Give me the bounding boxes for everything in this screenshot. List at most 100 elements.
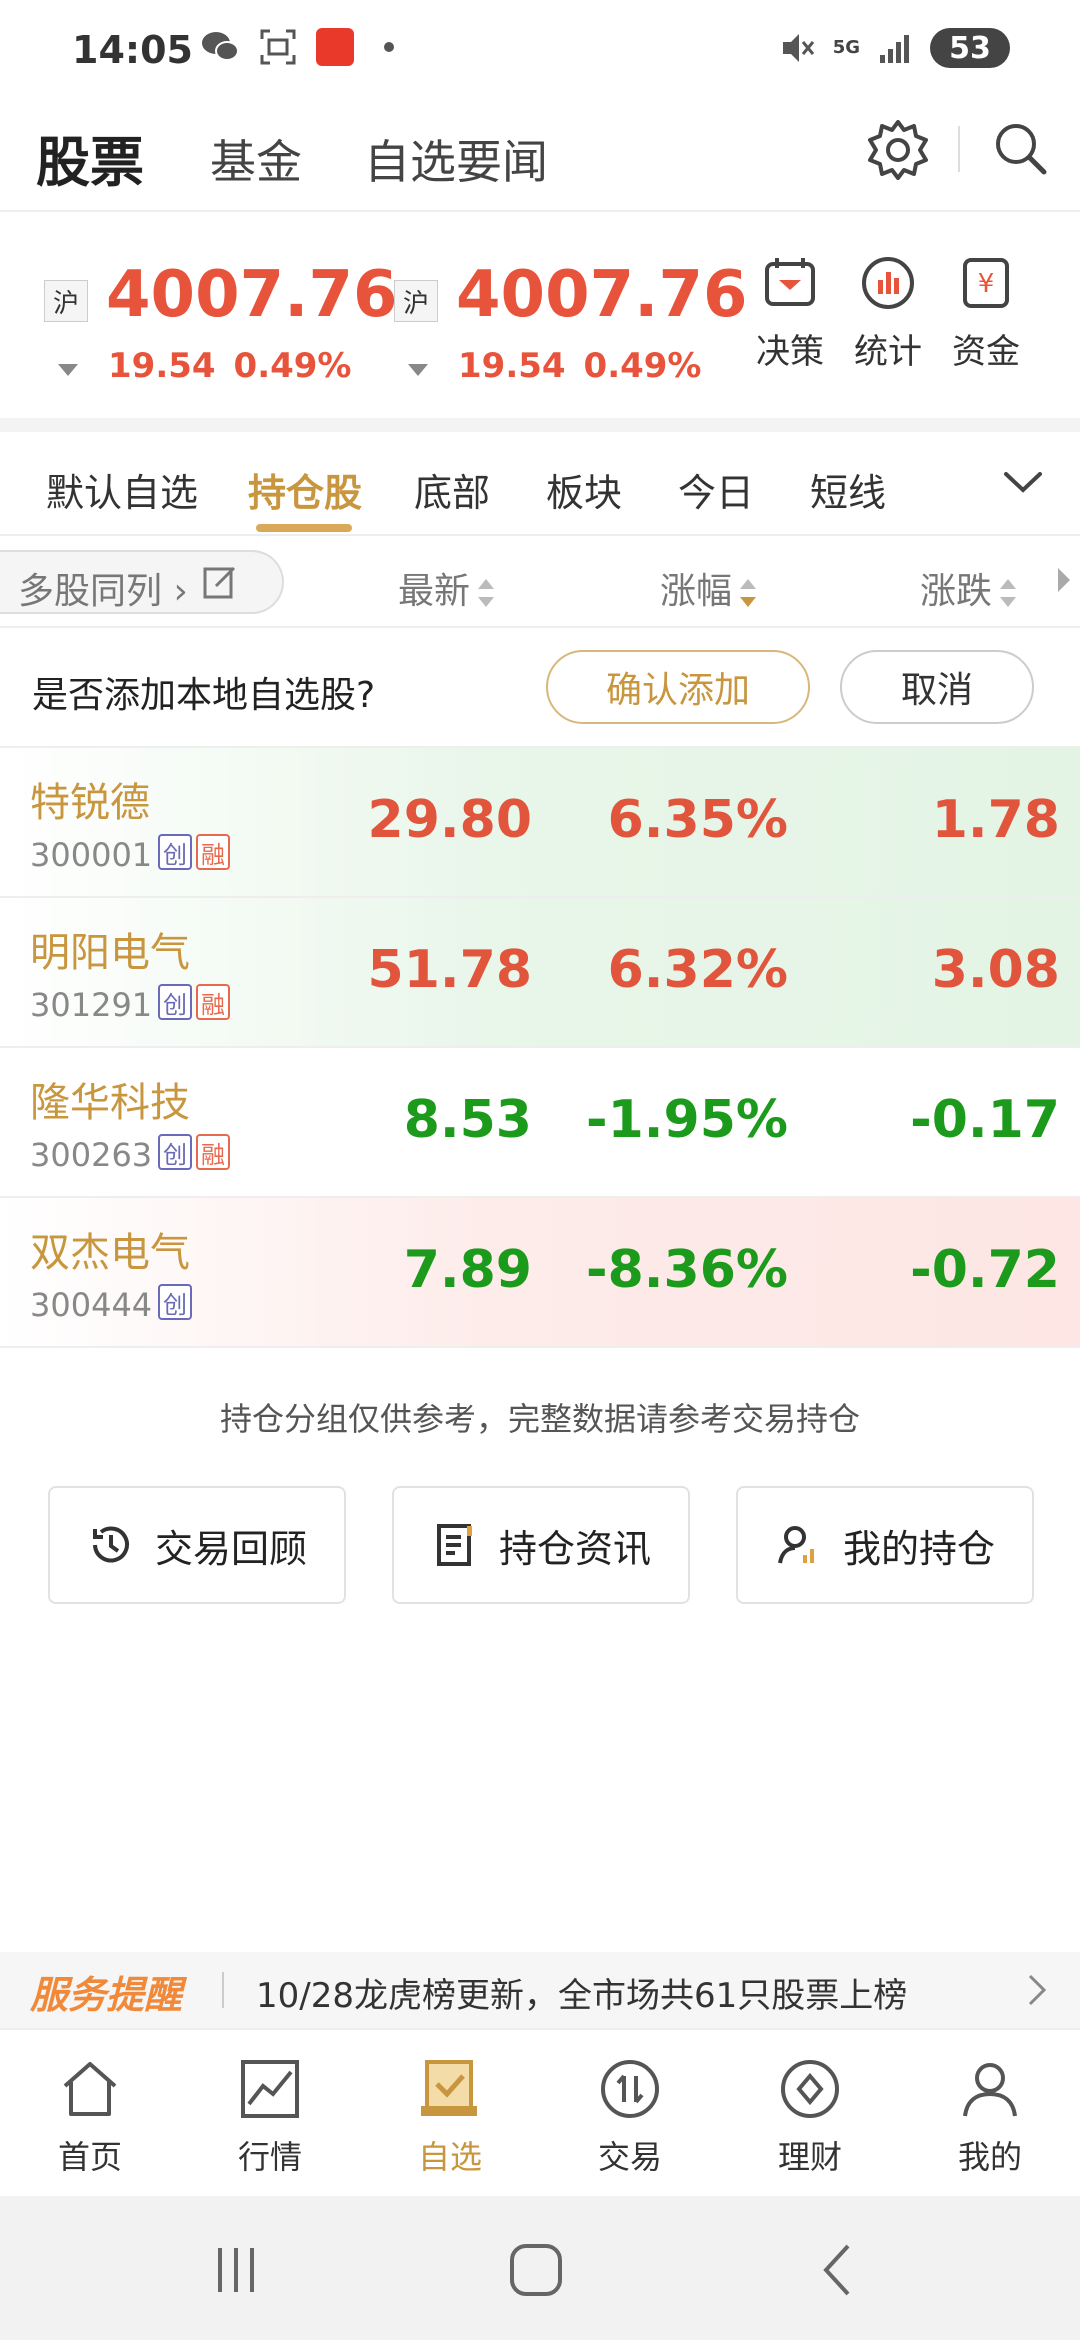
decision-icon (765, 258, 815, 306)
app-notification-icon (316, 28, 354, 66)
group-tab-default[interactable]: 默认自选 (46, 462, 198, 517)
system-navigation-bar (0, 2196, 1080, 2340)
stock-list: 特锐德 300001 创 融 29.80 6.35% 1.78 明阳电气 301… (0, 748, 1080, 1348)
group-tab-today[interactable]: 今日 (678, 462, 754, 517)
action-label: 交易回顾 (154, 1526, 307, 1571)
back-icon[interactable] (808, 2240, 868, 2300)
group-tab-holdings[interactable]: 持仓股 (248, 462, 362, 517)
search-icon[interactable] (990, 118, 1050, 178)
stock-pct: 6.32% (607, 940, 788, 1000)
my-holdings-button[interactable]: 我的持仓 (736, 1486, 1034, 1604)
trade-icon (601, 2060, 659, 2118)
stock-tags: 创 融 (158, 1134, 230, 1170)
stock-tags: 创 融 (158, 984, 230, 1020)
stock-tags: 创 融 (158, 834, 230, 870)
stock-row[interactable]: 特锐德 300001 创 融 29.80 6.35% 1.78 (0, 748, 1080, 898)
nav-watchlist[interactable]: 自选 (390, 2056, 510, 2178)
cancel-button[interactable]: 取消 (840, 650, 1034, 724)
user-chart-icon (778, 1526, 814, 1564)
top-header: 股票 基金 自选要闻 (0, 100, 1080, 212)
index-change-pct: 0.49% (583, 346, 702, 386)
market-badge: 沪 (44, 280, 88, 322)
sort-icon (478, 577, 495, 609)
tag-chinext: 创 (158, 834, 192, 870)
battery-indicator: 53 (930, 28, 1010, 68)
holdings-disclaimer: 持仓分组仅供参考，完整数据请参考交易持仓 (219, 1400, 860, 1438)
bottom-navigation: 首页 行情 自选 交易 理财 我的 (0, 2028, 1080, 2196)
multi-stock-button[interactable]: 多股同列 › (0, 550, 284, 614)
stock-row[interactable]: 双杰电气 300444 创 7.89 -8.36% -0.72 (0, 1198, 1080, 1348)
sort-desc-icon (740, 577, 757, 609)
status-bar: 14:05 5G 53 (0, 0, 1080, 100)
svg-text:¥: ¥ (978, 269, 995, 299)
tab-stocks[interactable]: 股票 (36, 118, 144, 197)
service-title: 服务提醒 (30, 1973, 183, 2017)
home-button-icon[interactable] (506, 2240, 566, 2300)
status-right: 5G 53 (779, 28, 1010, 68)
tool-funds[interactable]: ¥ 资金 (946, 254, 1026, 373)
chevron-down-icon[interactable] (1000, 460, 1046, 506)
multi-stock-label: 多股同列 › (18, 571, 188, 612)
watchlist-group-tabs: 默认自选 持仓股 底部 板块 今日 短线 (0, 432, 1080, 536)
market-icon (241, 2060, 299, 2118)
history-icon (92, 1526, 129, 1563)
stock-code: 300001 (30, 836, 153, 874)
stock-code: 301291 (30, 986, 153, 1024)
service-divider (222, 1972, 224, 2008)
stats-icon (862, 257, 914, 309)
index-change-points: 19.54 (458, 346, 566, 386)
stock-row[interactable]: 隆华科技 300263 创 融 8.53 -1.95% -0.17 (0, 1048, 1080, 1198)
stock-name: 隆华科技 (30, 1080, 190, 1126)
tool-label: 决策 (756, 332, 824, 372)
tool-decision[interactable]: 决策 (750, 254, 830, 373)
market-index-strip: 沪 4007.76 19.54 0.49% 沪 4007.76 19.54 0.49… (0, 214, 1080, 418)
service-reminder-banner[interactable]: 服务提醒 10/28龙虎榜更新，全市场共61只股票上榜 (0, 1952, 1080, 2028)
tag-chinext: 创 (158, 1134, 192, 1170)
nav-trade[interactable]: 交易 (570, 2056, 690, 2178)
index-change: 19.54 0.49% (458, 346, 720, 386)
nav-home[interactable]: 首页 (30, 2056, 150, 2178)
confirm-add-button[interactable]: 确认添加 (546, 650, 810, 724)
home-icon (63, 2062, 117, 2116)
watchlist-icon (421, 2060, 477, 2116)
column-change[interactable]: 涨跌 (920, 562, 1017, 614)
wealth-icon (781, 2060, 839, 2118)
stock-pct: -8.36% (586, 1240, 788, 1300)
group-tab-short[interactable]: 短线 (810, 462, 886, 517)
action-label: 持仓资讯 (498, 1526, 651, 1571)
stock-price: 8.53 (403, 1090, 532, 1150)
nav-profile[interactable]: 我的 (930, 2056, 1050, 2178)
scroll-right-arrow-icon[interactable] (1058, 568, 1070, 592)
add-local-prompt: 是否添加本地自选股? 确认添加 取消 (0, 628, 1080, 748)
funds-icon: ¥ (963, 258, 1009, 308)
group-tab-sector[interactable]: 板块 (546, 462, 622, 517)
wechat-icon (202, 32, 239, 61)
settings-gear-icon[interactable] (866, 118, 930, 182)
nav-market[interactable]: 行情 (210, 2056, 330, 2178)
market-badge: 沪 (394, 280, 438, 322)
tab-funds[interactable]: 基金 (210, 126, 302, 192)
stock-row[interactable]: 明阳电气 301291 创 融 51.78 6.32% 3.08 (0, 898, 1080, 1048)
prompt-text: 是否添加本地自选股? (32, 675, 376, 716)
group-tab-bottom[interactable]: 底部 (414, 462, 490, 517)
profile-icon (963, 2063, 1017, 2117)
edit-icon[interactable] (202, 564, 238, 600)
stock-pct: 6.35% (607, 790, 788, 850)
stock-name: 双杰电气 (30, 1230, 190, 1276)
holding-news-button[interactable]: 持仓资讯 (392, 1486, 690, 1604)
down-arrow-icon (408, 364, 428, 376)
tag-chinext: 创 (158, 1284, 192, 1320)
trade-review-button[interactable]: 交易回顾 (48, 1486, 346, 1604)
section-gap (0, 418, 1080, 432)
column-header: 多股同列 › 最新 涨幅 涨跌 (0, 538, 1080, 628)
column-latest[interactable]: 最新 (398, 562, 495, 614)
nav-wealth[interactable]: 理财 (750, 2056, 870, 2178)
tool-stats[interactable]: 统计 (848, 254, 928, 373)
tab-watchlist-news[interactable]: 自选要闻 (364, 126, 548, 192)
nav-label: 理财 (777, 2138, 842, 2176)
holding-actions: 交易回顾 持仓资讯 我的持仓 (0, 1486, 1080, 1606)
action-label: 我的持仓 (842, 1526, 995, 1571)
recent-apps-icon[interactable] (206, 2240, 266, 2300)
index-change-pct: 0.49% (233, 346, 352, 386)
column-pct[interactable]: 涨幅 (660, 562, 757, 614)
